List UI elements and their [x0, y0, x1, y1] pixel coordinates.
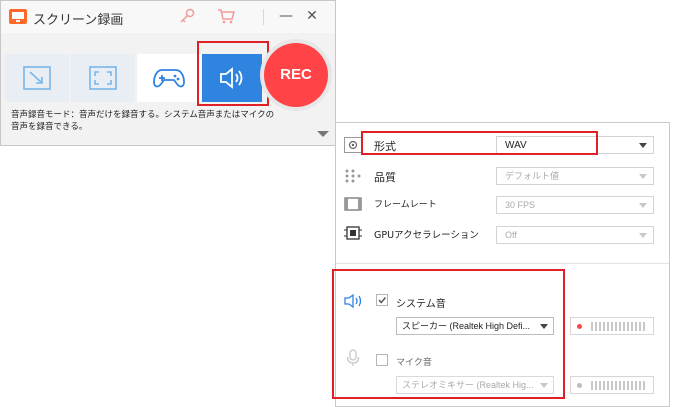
audio-mode-highlight	[197, 41, 269, 106]
gpu-select[interactable]: Off	[496, 226, 654, 244]
fullscreen-mode-button[interactable]	[71, 54, 135, 102]
region-mode-button[interactable]	[5, 54, 69, 102]
rec-button[interactable]: REC	[264, 43, 328, 107]
chip-icon	[344, 226, 362, 240]
expand-arrow-icon[interactable]	[317, 131, 329, 137]
recorder-window: スクリーン録画 — ✕ REC 音声録音モード：音声だけを録音する。システム音声…	[0, 0, 336, 146]
chevron-down-icon	[639, 233, 647, 238]
game-mode-button[interactable]	[137, 54, 201, 102]
quality-select[interactable]: デフォルト値	[496, 167, 654, 185]
app-logo-icon	[9, 9, 27, 24]
framerate-label: フレームレート	[374, 200, 437, 210]
gpu-label: GPUアクセラレーション	[374, 230, 479, 241]
chevron-down-icon	[639, 203, 647, 208]
level-meter-bars	[591, 381, 647, 390]
panel-divider	[336, 263, 669, 264]
level-indicator-dot	[577, 383, 582, 388]
chevron-down-icon	[639, 143, 647, 148]
region-capture-icon	[23, 66, 51, 90]
settings-panel: 形式 WAV 品質 デフォルト値 フレームレート 30 FPS GPUアクセラレ…	[332, 122, 670, 407]
mic-audio-level-meter	[570, 376, 654, 394]
level-meter-bars	[591, 322, 647, 331]
framerate-value: 30 FPS	[505, 200, 536, 210]
app-title: スクリーン録画	[33, 13, 124, 28]
minimize-button[interactable]: —	[275, 5, 297, 27]
title-divider	[263, 9, 264, 25]
quality-label: 品質	[374, 171, 396, 184]
gamepad-icon	[153, 69, 185, 88]
gear-icon	[344, 137, 362, 153]
chevron-down-icon	[639, 174, 647, 179]
format-highlight	[361, 131, 598, 155]
gpu-value: Off	[505, 230, 517, 240]
close-button[interactable]: ✕	[301, 5, 323, 27]
cart-icon[interactable]	[217, 8, 235, 24]
fullscreen-icon	[89, 66, 117, 90]
mode-description: 音声録音モード：音声だけを録音する。システム音声またはマイクの音声を録音できる。	[11, 110, 275, 132]
level-indicator-dot	[577, 324, 582, 329]
key-icon[interactable]	[179, 8, 195, 24]
framerate-select[interactable]: 30 FPS	[496, 196, 654, 214]
quality-value: デフォルト値	[505, 171, 560, 181]
system-audio-level-meter	[570, 317, 654, 335]
film-icon	[344, 197, 362, 211]
quality-icon	[345, 169, 361, 183]
title-bar: スクリーン録画 — ✕	[1, 1, 335, 33]
audio-sources-highlight	[332, 269, 565, 399]
